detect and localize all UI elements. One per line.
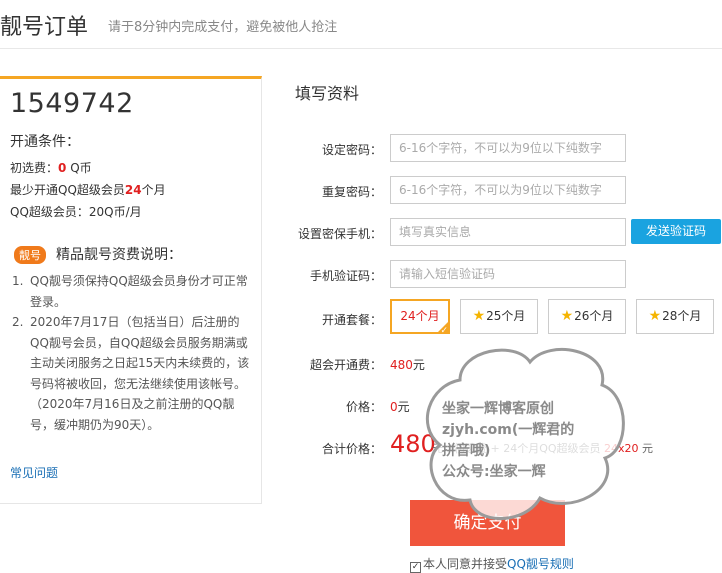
package-option-label: 24个月	[400, 309, 440, 323]
sms-code-input[interactable]: 请输入短信验证码	[390, 260, 626, 288]
initial-fee-label: 初选费：	[10, 161, 59, 175]
price-value: 0	[390, 400, 398, 414]
confirm-pay-button[interactable]: 确定支付	[410, 500, 565, 546]
min-member-label: 最少开通QQ超级会员	[10, 183, 125, 197]
watermark-line-4: 公众号:坐家一辉	[442, 464, 546, 480]
send-code-button[interactable]: 发送验证码	[631, 219, 721, 244]
header-divider	[0, 48, 722, 49]
security-phone-input[interactable]: 填写真实信息	[390, 218, 626, 246]
package-option-26[interactable]: ★26个月	[548, 299, 626, 334]
package-option-label: 26个月	[574, 309, 614, 323]
agree-checkbox[interactable]: ✓	[410, 562, 421, 573]
page-title: 靓号订单	[0, 15, 89, 40]
number-info-panel: 1549742 开通条件： 初选费：0 Q币 最少开通QQ超级会员24个月 QQ…	[0, 76, 262, 504]
min-member-row: 最少开通QQ超级会员24个月	[10, 181, 166, 198]
package-option-label: 25个月	[486, 309, 526, 323]
repeat-password-input[interactable]: 6-16个字符，不可以为9位以下纯数字	[390, 176, 626, 204]
price-label: 价格：	[345, 400, 382, 414]
order-page: 靓号订单 请于8分钟内完成支付，避免被他人抢注 1549742 开通条件： 初选…	[0, 0, 722, 573]
watermark-line-2: zjyh.com(一辉君的	[442, 422, 575, 438]
total-label: 合计价格：	[321, 442, 382, 456]
member-fee-value-row: 480元	[390, 356, 425, 373]
initial-fee-value: 0	[58, 161, 67, 175]
list-item: 2. 2020年7月17日（包括当日）后注册的QQ靓号会员，自QQ超级会员服务期…	[12, 312, 256, 435]
agreement-text: 本人同意并接受	[423, 557, 508, 571]
package-option-24[interactable]: 24个月 ✓	[390, 299, 450, 336]
note-text: 2020年7月17日（包括当日）后注册的QQ靓号会员，自QQ超级会员服务期满或主…	[30, 315, 250, 432]
note-number: 1.	[12, 274, 24, 288]
price-unit: 元	[397, 400, 410, 414]
member-fee-unit: 元	[412, 358, 425, 372]
star-icon: ★	[472, 308, 486, 324]
package-option-25[interactable]: ★25个月	[460, 299, 538, 334]
total-breakdown-prefix: 元（初选费 + 24个月QQ超级会员	[432, 442, 601, 455]
selected-number: 1549742	[10, 88, 134, 119]
check-icon: ✓	[440, 326, 448, 336]
star-icon: ★	[648, 308, 662, 324]
total-breakdown-suffix: 元	[642, 442, 654, 455]
password-input[interactable]: 6-16个字符，不可以为9位以下纯数字	[390, 134, 626, 162]
package-option-28[interactable]: ★28个月	[636, 299, 714, 334]
sms-code-label: 手机验证码：	[309, 269, 382, 283]
member-fee-value: 480	[390, 358, 413, 372]
total-breakdown-calc: 24x20	[604, 442, 639, 455]
package-option-label: 28个月	[662, 309, 702, 323]
conditions-title: 开通条件：	[10, 134, 80, 150]
package-label: 开通套餐：	[321, 313, 382, 327]
rules-link[interactable]: QQ靓号规则	[507, 557, 574, 571]
security-phone-label: 设置密保手机：	[297, 227, 382, 241]
agreement-row: ✓ 本人同意并接受QQ靓号规则	[410, 555, 574, 573]
faq-link[interactable]: 常见问题	[10, 464, 58, 481]
password-label: 设定密码：	[321, 143, 382, 157]
total-price: 480	[390, 430, 436, 458]
watermark-line-1: 坐家一辉博客原创	[442, 401, 554, 417]
list-item: 1. QQ靓号须保持QQ超级会员身份才可正常登录。	[12, 271, 256, 312]
fee-notes-list: 1. QQ靓号须保持QQ超级会员身份才可正常登录。 2. 2020年7月17日（…	[12, 271, 256, 435]
price-value-row: 0元	[390, 398, 410, 415]
min-member-value: 24	[124, 183, 142, 197]
min-member-unit: 个月	[141, 183, 166, 197]
form-section-title: 填写资料	[295, 84, 360, 103]
note-text: QQ靓号须保持QQ超级会员身份才可正常登录。	[30, 274, 248, 309]
premium-number-badge: 靓号	[14, 246, 46, 264]
initial-fee-row: 初选费：0 Q币	[10, 159, 92, 176]
total-breakdown: 元（初选费 + 24个月QQ超级会员 24x20 元	[432, 440, 653, 456]
page-subtitle: 请于8分钟内完成支付，避免被他人抢注	[108, 20, 338, 35]
star-icon: ★	[560, 308, 574, 324]
member-price: QQ超级会员：20Q币/月	[10, 205, 142, 219]
repeat-password-label: 重复密码：	[321, 185, 382, 199]
member-fee-label: 超会开通费：	[309, 358, 382, 372]
initial-fee-unit: Q币	[70, 161, 92, 175]
note-number: 2.	[12, 315, 24, 329]
fee-description-title: 精品靓号资费说明：	[56, 247, 182, 263]
